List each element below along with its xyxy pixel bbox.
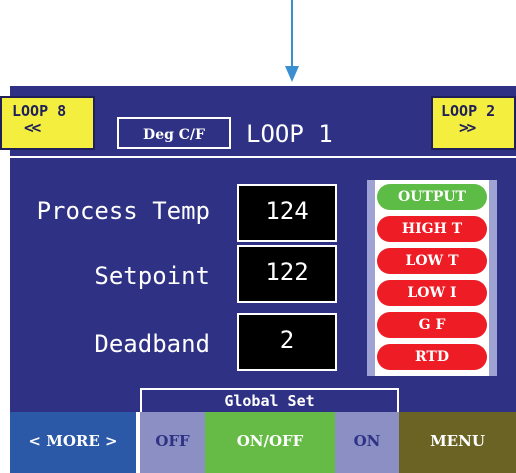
loop-next-button[interactable]: LOOP 2 >> xyxy=(431,96,516,150)
status-high-t: HIGH T xyxy=(377,216,487,242)
pointer-arrow-line xyxy=(291,0,293,70)
loop-title: LOOP 1 xyxy=(246,120,333,148)
status-low-t: LOW T xyxy=(377,248,487,274)
process-temp-label: Process Temp xyxy=(36,197,210,225)
double-right-arrow-icon: >> xyxy=(459,118,476,137)
status-rtd-label: RTD xyxy=(415,349,449,365)
deadband-value[interactable]: 2 xyxy=(237,313,337,371)
deadband-label: Deadband xyxy=(94,330,210,358)
onoff-button[interactable]: ON/OFF xyxy=(205,412,335,473)
status-left-rail xyxy=(367,180,375,376)
status-gf-label: G F xyxy=(418,317,446,333)
down-arrow-icon xyxy=(285,66,299,82)
setpoint-value[interactable]: 122 xyxy=(237,245,337,303)
global-set-label: Global Set xyxy=(140,388,399,412)
status-output-label: OUTPUT xyxy=(398,189,466,205)
more-button[interactable]: < MORE > xyxy=(10,412,136,473)
off-button[interactable]: OFF xyxy=(140,412,205,473)
loop-prev-button[interactable]: LOOP 8 << xyxy=(0,96,95,150)
header-divider xyxy=(10,156,516,158)
setpoint-label: Setpoint xyxy=(94,262,210,290)
status-right-rail xyxy=(489,180,497,376)
menu-button[interactable]: MENU xyxy=(399,412,516,473)
status-gf: G F xyxy=(377,312,487,338)
status-low-i-label: LOW I xyxy=(407,285,457,301)
deg-cf-button[interactable]: Deg C/F xyxy=(117,117,231,149)
status-rtd: RTD xyxy=(377,344,487,370)
status-high-t-label: HIGH T xyxy=(401,221,463,237)
status-indicator-panel: OUTPUT HIGH T LOW T LOW I G F RTD xyxy=(367,180,497,376)
status-low-i: LOW I xyxy=(377,280,487,306)
status-output: OUTPUT xyxy=(377,184,487,210)
process-temp-value: 124 xyxy=(237,184,337,242)
double-left-arrow-icon: << xyxy=(24,118,41,137)
on-button[interactable]: ON xyxy=(335,412,399,473)
status-low-t-label: LOW T xyxy=(405,253,459,269)
